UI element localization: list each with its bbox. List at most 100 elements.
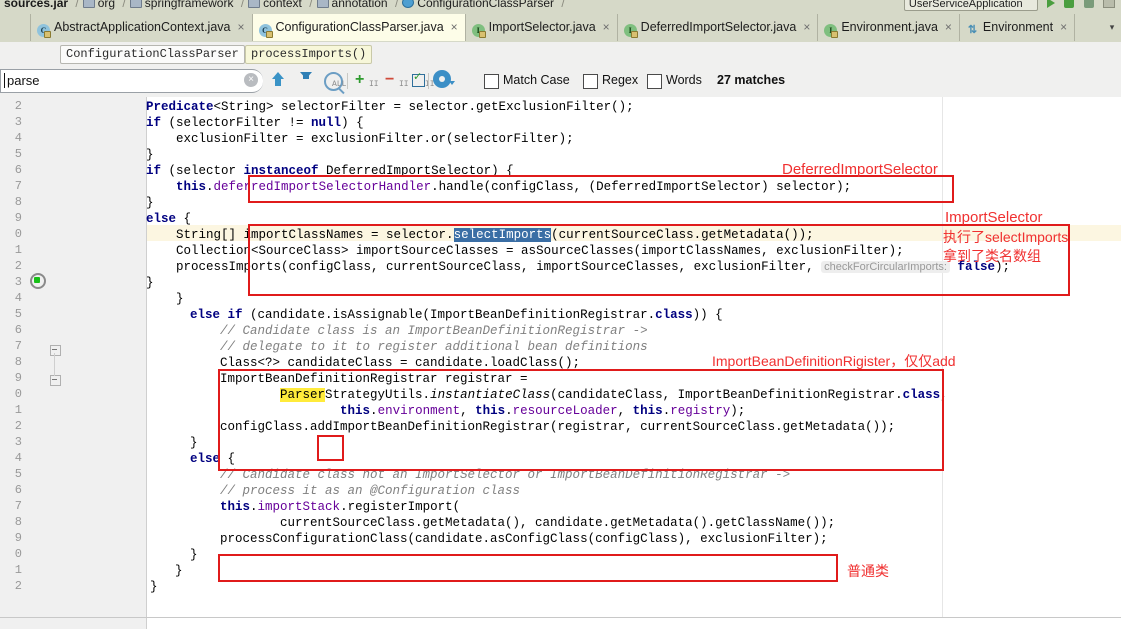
run-icon[interactable] bbox=[1046, 0, 1055, 11]
run-configuration-selector[interactable]: UserServiceApplication bbox=[903, 0, 1038, 11]
editor-bottom-strip bbox=[0, 618, 1121, 629]
breadcrumb-item-annotation[interactable]: annotation bbox=[332, 0, 388, 10]
regex-label[interactable]: Regex bbox=[602, 73, 638, 87]
tab-label: AbstractApplicationContext.java bbox=[54, 20, 231, 34]
tab-configurationclassparser[interactable]: C ConfigurationClassParser.java × bbox=[252, 14, 466, 41]
annotation-box-plainclass bbox=[218, 554, 838, 582]
code-line: } bbox=[146, 292, 184, 306]
java-interface-icon: I bbox=[824, 24, 839, 38]
diagram-icon: ⇅ bbox=[967, 24, 978, 36]
select-all-occurrences-icon[interactable] bbox=[412, 70, 425, 87]
match-case-checkbox[interactable] bbox=[484, 74, 499, 89]
code-line: // Candidate class is an ImportBeanDefin… bbox=[190, 324, 648, 338]
code-line: } bbox=[146, 196, 154, 210]
code-line: this.importStack.registerImport( bbox=[220, 500, 461, 514]
tab-environment-java[interactable]: IEnvironment.java × bbox=[818, 14, 960, 41]
close-icon[interactable]: × bbox=[237, 20, 244, 34]
java-interface-icon: I bbox=[623, 24, 638, 38]
code-line: } bbox=[175, 564, 183, 578]
annotation-import-bean-definition-register: ImportBeanDefinitionRigister，仅仅add bbox=[712, 353, 956, 369]
text-caret bbox=[4, 73, 5, 88]
divider bbox=[428, 73, 429, 89]
code-line: // delegate to it to register additional… bbox=[190, 340, 648, 354]
next-match-icon[interactable] bbox=[300, 72, 312, 79]
code-line: else if (candidate.isAssignable(ImportBe… bbox=[190, 308, 723, 322]
java-interface-icon: I bbox=[471, 24, 486, 38]
close-icon[interactable]: × bbox=[603, 20, 610, 34]
chevron-down-icon[interactable]: ▾ bbox=[1105, 20, 1119, 34]
breadcrumb-item-springframework[interactable]: springframework bbox=[145, 0, 234, 10]
regex-checkbox[interactable] bbox=[583, 74, 598, 89]
coverage-icon[interactable] bbox=[1083, 0, 1094, 11]
folder-icon bbox=[82, 0, 95, 8]
match-count-label: 27 matches bbox=[717, 73, 786, 87]
breadcrumb-item-org[interactable]: org bbox=[98, 0, 115, 10]
editor-bottom-gutter bbox=[0, 618, 147, 629]
match-case-label[interactable]: Match Case bbox=[503, 73, 570, 87]
breadcrumb-item-context[interactable]: context bbox=[263, 0, 302, 10]
gear-icon[interactable] bbox=[435, 72, 449, 86]
code-line: exclusionFilter = exclusionFilter.or(sel… bbox=[146, 132, 574, 146]
java-class-icon: C bbox=[258, 24, 273, 38]
chevron-down-icon[interactable] bbox=[449, 81, 455, 85]
tab-label: ImportSelector.java bbox=[488, 20, 596, 34]
annotation-deferred-import-selector: DeferredImportSelector bbox=[782, 161, 938, 178]
words-label[interactable]: Words bbox=[666, 73, 702, 87]
breadcrumb-method-chip[interactable]: processImports() bbox=[245, 45, 373, 64]
add-selection-sublabel: II bbox=[369, 80, 379, 89]
search-input[interactable]: parse bbox=[0, 69, 263, 93]
tab-importselector[interactable]: IImportSelector.java × bbox=[465, 14, 618, 41]
breadcrumb[interactable]: sources.jar / org / springframework / conte… bbox=[4, 0, 569, 10]
breadcrumb-sep: / bbox=[240, 0, 245, 10]
annotation-plain-class: 普通类 bbox=[847, 563, 889, 579]
words-checkbox[interactable] bbox=[647, 74, 662, 89]
code-line: } bbox=[150, 580, 158, 594]
annotation-box-add bbox=[317, 435, 344, 461]
clear-search-icon[interactable]: × bbox=[244, 73, 258, 87]
annotation-import-selector: ImportSelector bbox=[945, 209, 1043, 226]
breadcrumb-bar: sources.jar / org / springframework / conte… bbox=[0, 0, 1121, 15]
stop-icon[interactable] bbox=[1103, 0, 1115, 11]
breadcrumb-class-chip[interactable]: ConfigurationClassParser bbox=[60, 45, 245, 64]
add-selection-icon[interactable]: + bbox=[355, 72, 364, 88]
close-icon[interactable]: × bbox=[945, 20, 952, 34]
breadcrumb-sep: / bbox=[75, 0, 79, 10]
search-input-value: parse bbox=[7, 73, 40, 88]
close-icon[interactable]: × bbox=[803, 20, 810, 34]
java-class-icon: C bbox=[37, 24, 51, 38]
tab-deferredimportselector[interactable]: IDeferredImportSelector.java × bbox=[617, 14, 819, 41]
annotation-box-deferred bbox=[248, 175, 954, 203]
find-bar: parse × ALL + II − II II Match Case Rege… bbox=[0, 67, 1121, 98]
folder-icon bbox=[316, 0, 329, 8]
divider bbox=[347, 73, 348, 89]
tab-environment-diagram[interactable]: ⇅ Environment × bbox=[959, 14, 1076, 41]
tab-label: Environment.java bbox=[841, 20, 938, 34]
tab-abstractapplicationcontext[interactable]: CAbstractApplicationContext.java × bbox=[30, 14, 253, 41]
remove-selection-sublabel: II bbox=[399, 80, 409, 89]
tab-label: ConfigurationClassParser.java bbox=[275, 20, 444, 34]
ide-window: sources.jar / org / springframework / conte… bbox=[0, 0, 1121, 629]
select-all-sublabel: II bbox=[425, 80, 435, 89]
breadcrumb-jar[interactable]: sources.jar bbox=[4, 0, 68, 10]
code-line: } bbox=[146, 276, 154, 290]
code-line: } bbox=[190, 436, 198, 450]
code-line: } bbox=[190, 548, 198, 562]
member-breadcrumb-bar: ConfigurationClassParser processImports(… bbox=[0, 42, 1121, 68]
code-line: // process it as an @Configuration class bbox=[190, 484, 521, 498]
annotation-got-classname-array: 拿到了类名数组 bbox=[943, 248, 1041, 264]
code-line: } bbox=[146, 148, 154, 162]
close-icon[interactable]: × bbox=[451, 20, 458, 34]
previous-match-icon[interactable] bbox=[272, 72, 284, 86]
code-line: Predicate<String> selectorFilter = selec… bbox=[146, 100, 634, 114]
breadcrumb-item-class[interactable]: ConfigurationClassParser bbox=[417, 0, 554, 10]
code-line: else { bbox=[146, 212, 192, 226]
folder-icon bbox=[248, 0, 261, 8]
editor-tab-bar: CAbstractApplicationContext.java× CConfi… bbox=[0, 14, 1121, 43]
class-icon bbox=[402, 0, 415, 8]
debug-icon[interactable] bbox=[1064, 0, 1075, 11]
code-line: processConfigurationClass(candidate.asCo… bbox=[190, 532, 828, 546]
breadcrumb-sep: / bbox=[309, 0, 313, 10]
remove-selection-icon[interactable]: − bbox=[385, 72, 394, 88]
close-icon[interactable]: × bbox=[1060, 20, 1067, 34]
tab-label: DeferredImportSelector.java bbox=[640, 20, 797, 34]
